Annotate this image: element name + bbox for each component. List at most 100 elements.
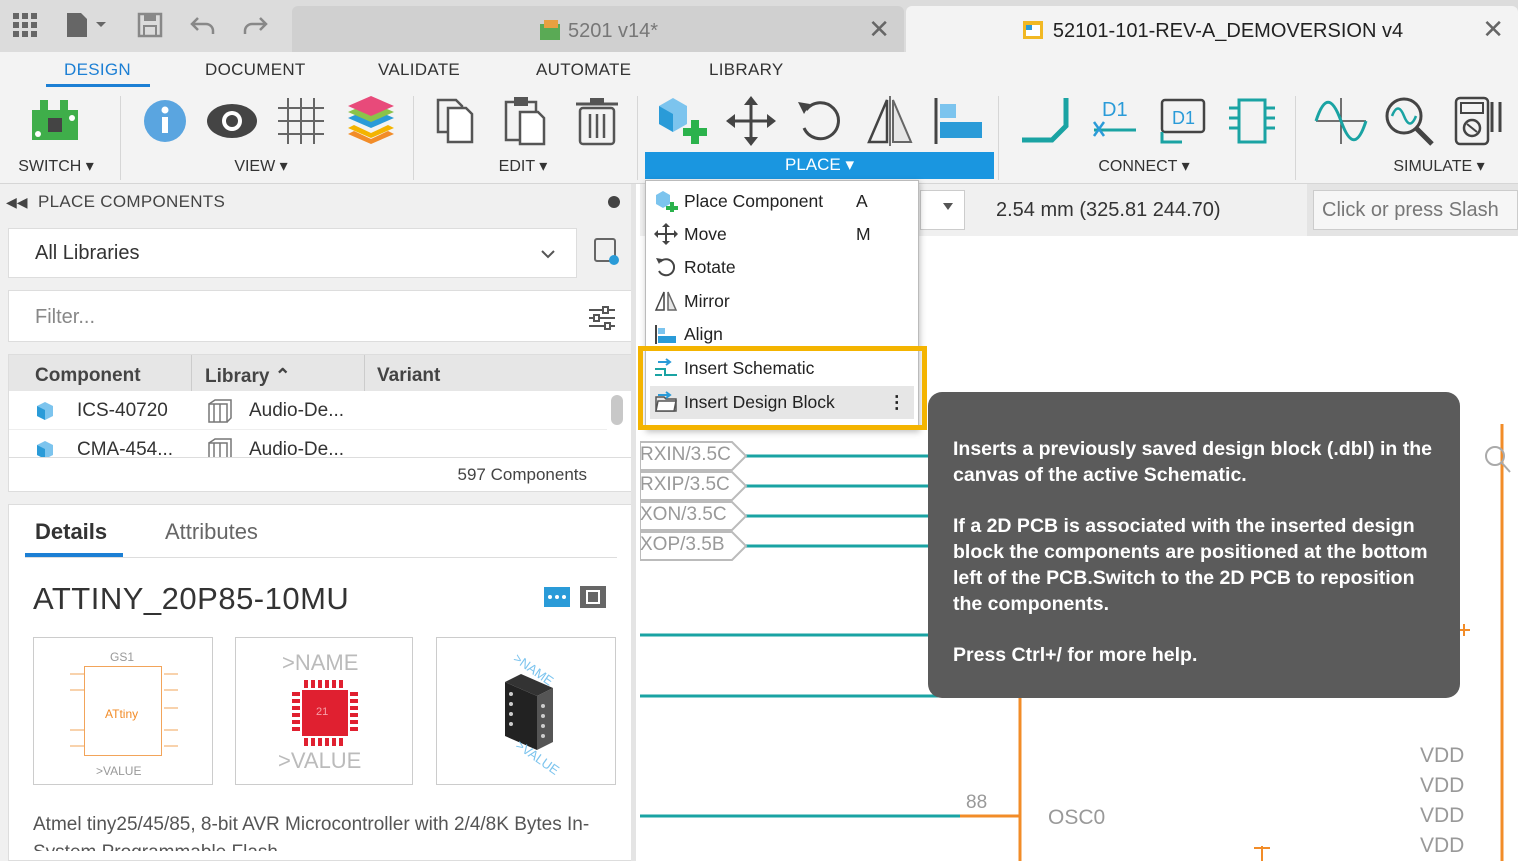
tab-document[interactable]: DOCUMENT	[205, 60, 306, 80]
menu-item-mirror[interactable]: Mirror	[646, 285, 918, 318]
table-row[interactable]: CMA-454... Audio-De...	[9, 431, 607, 457]
group-place-label: PLACE ▾	[784, 155, 854, 174]
tab-label: 52101-101-REV-A_DEMOVERSION v4	[906, 18, 1518, 43]
group-view[interactable]: VIEW ▾	[214, 156, 308, 176]
probe-icon[interactable]	[1382, 94, 1436, 148]
close-tab-button[interactable]: ✕	[1482, 14, 1504, 45]
component-count: 597 Components	[457, 465, 587, 484]
command-box: Click or press Slash	[1307, 184, 1518, 236]
panel-resize-handle[interactable]	[631, 184, 636, 861]
wire-icon[interactable]	[1018, 94, 1072, 148]
footprint-value-label: >VALUE	[278, 748, 362, 773]
component-icon	[37, 402, 53, 420]
layers-icon[interactable]	[344, 94, 398, 148]
multimeter-icon[interactable]	[1452, 94, 1506, 148]
tab-details[interactable]: Details	[35, 519, 107, 545]
collapse-panel-icon[interactable]: ◀◀	[6, 194, 28, 211]
svg-text:D1: D1	[1102, 99, 1128, 121]
menu-item-shortcut: A	[856, 191, 868, 211]
footprint-preview: >NAME 21 >VALUE	[235, 637, 413, 785]
copy-icon[interactable]	[432, 94, 486, 148]
menu-item-place-component[interactable]: Place Component A	[646, 185, 918, 218]
switch-board-icon[interactable]	[28, 94, 82, 148]
tab-label: 5201 v14*	[292, 18, 904, 43]
caret-down-icon	[943, 203, 953, 210]
footprint-view-icon[interactable]	[579, 585, 607, 609]
chevron-down-icon	[541, 250, 555, 259]
menu-item-label: Mirror	[684, 291, 730, 311]
net-label-icon[interactable]: D1	[1088, 94, 1142, 148]
symbol-view-icon[interactable]	[543, 585, 571, 609]
separator	[637, 96, 638, 180]
column-component[interactable]: Component	[35, 355, 141, 391]
group-connect[interactable]: CONNECT ▾	[1088, 156, 1200, 176]
column-variant[interactable]: Variant	[377, 355, 440, 391]
command-input[interactable]: Click or press Slash	[1313, 190, 1518, 230]
column-divider	[364, 355, 365, 391]
panel-options-icon[interactable]	[608, 196, 620, 208]
tab-attributes[interactable]: Attributes	[165, 519, 258, 545]
table-row[interactable]: ICS-40720 Audio-De...	[9, 392, 607, 430]
name-tag-icon[interactable]: D1	[1156, 94, 1210, 148]
tab-design[interactable]: DESIGN	[64, 60, 131, 80]
waveform-icon[interactable]	[1314, 94, 1368, 148]
eye-icon[interactable]	[205, 94, 259, 148]
divider	[9, 457, 631, 458]
column-divider	[191, 355, 192, 391]
tab-library[interactable]: LIBRARY	[709, 60, 784, 80]
place-component-icon[interactable]	[655, 94, 709, 148]
tab-automate[interactable]: AUTOMATE	[536, 60, 631, 80]
net-label-xop[interactable]: XOP/3.5B	[640, 534, 725, 556]
place-components-panel: ◀◀ PLACE COMPONENTS All Libraries Filter…	[0, 184, 636, 861]
grid-icon[interactable]	[274, 94, 328, 148]
group-place[interactable]: PLACE ▾	[645, 152, 994, 179]
tooltip: Inserts a previously saved design block …	[928, 392, 1460, 698]
mirror-icon[interactable]	[863, 94, 917, 148]
info-icon[interactable]	[138, 94, 192, 148]
save-icon[interactable]	[135, 10, 165, 40]
filter-field[interactable]: Filter...	[8, 290, 632, 342]
table-scrollbar[interactable]	[611, 395, 623, 425]
command-placeholder: Click or press Slash	[1322, 199, 1499, 221]
menu-item-move[interactable]: Move M	[646, 218, 918, 251]
pin-name-vdd: VDD	[1420, 744, 1465, 767]
delete-icon[interactable]	[570, 94, 624, 148]
filter-settings-icon[interactable]	[587, 305, 617, 331]
net-label-rxip[interactable]: RXIP/3.5C	[640, 474, 730, 496]
net-label-rxin[interactable]: RXIN/3.5C	[640, 444, 731, 466]
group-switch[interactable]: SWITCH ▾	[14, 156, 98, 176]
tab-5201[interactable]: 5201 v14* ✕	[292, 6, 904, 52]
tab-validate[interactable]: VALIDATE	[378, 60, 460, 80]
group-simulate[interactable]: SIMULATE ▾	[1384, 156, 1494, 176]
model-3d-preview: >NAME >VALUE	[436, 637, 616, 785]
library-select[interactable]: All Libraries	[8, 228, 577, 278]
tab-52101[interactable]: 52101-101-REV-A_DEMOVERSION v4 ✕	[906, 6, 1518, 52]
group-edit[interactable]: EDIT ▾	[478, 156, 568, 176]
pin-name-vdd: VDD	[1420, 804, 1465, 827]
library-manager-icon[interactable]	[592, 236, 622, 268]
bus-icon[interactable]	[1225, 94, 1279, 148]
net-label-xon[interactable]: XON/3.5C	[640, 504, 727, 526]
close-tab-button[interactable]: ✕	[868, 14, 890, 45]
coordinate-readout: 2.54 mm (325.81 244.70)	[996, 199, 1221, 221]
redo-icon[interactable]	[240, 10, 270, 40]
column-library[interactable]: Library ⌃	[205, 355, 291, 391]
footprint-name-label: >NAME	[282, 650, 359, 675]
align-icon[interactable]	[932, 94, 986, 148]
library-icon	[208, 438, 232, 457]
details-pane: Details Attributes ATTINY_20P85-10MU GS1…	[8, 504, 632, 861]
filter-placeholder: Filter...	[35, 306, 96, 328]
paste-icon[interactable]	[500, 94, 554, 148]
menu-item-shortcut: M	[856, 224, 871, 244]
app-window: 5201 v14* ✕ 52101-101-REV-A_DEMOVERSION …	[0, 0, 1518, 861]
rotate-icon[interactable]	[794, 94, 848, 148]
grid-select[interactable]	[920, 190, 965, 230]
file-menu-icon[interactable]	[62, 10, 110, 40]
menu-item-rotate[interactable]: Rotate	[646, 251, 918, 284]
menu-item-label: Align	[684, 324, 723, 344]
table-header: Component Library ⌃ Variant	[9, 355, 631, 391]
app-grid-icon[interactable]	[10, 10, 40, 40]
pin-number: 88	[966, 792, 988, 813]
undo-icon[interactable]	[188, 10, 218, 40]
move-icon[interactable]	[724, 94, 778, 148]
